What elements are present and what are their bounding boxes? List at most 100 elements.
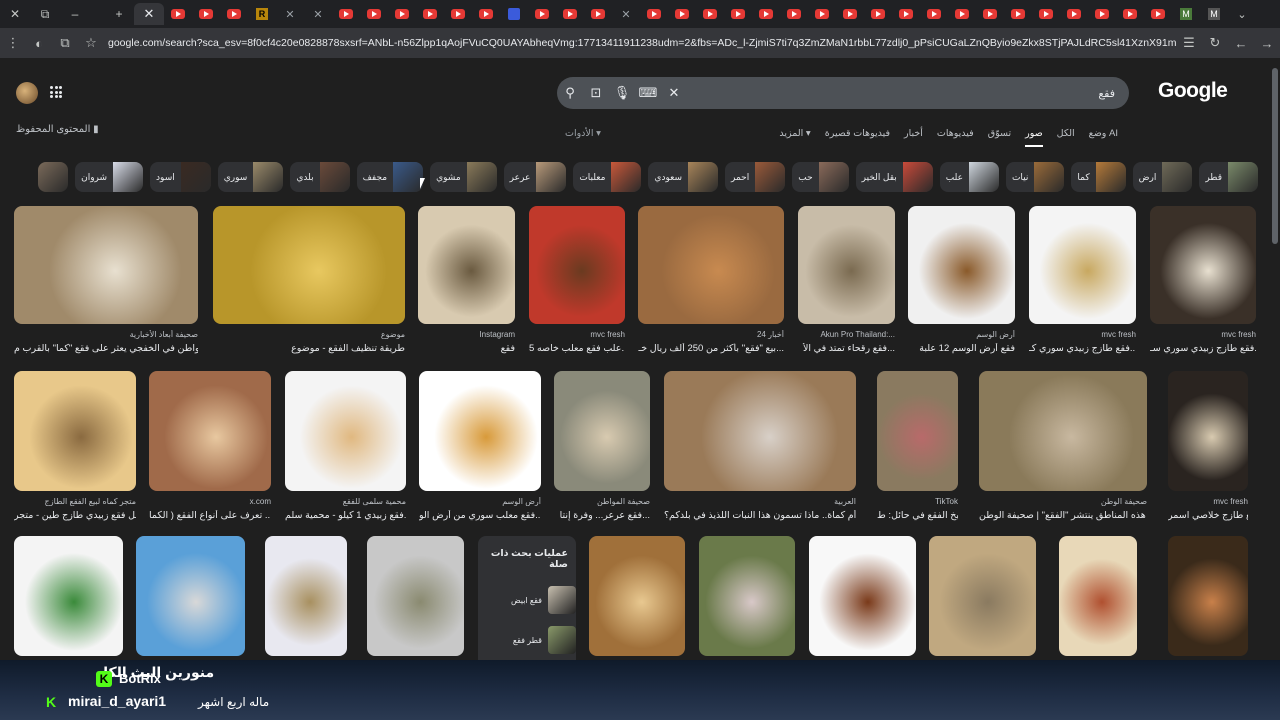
reload-icon[interactable]: ↻ <box>1202 35 1228 51</box>
browser-tab[interactable]: R <box>248 3 276 25</box>
tools-button[interactable]: الأدوات ▾ <box>565 128 601 139</box>
image-result[interactable]: Akun Pro Thailand:... فقع رقحاء تمتد في ا… <box>798 206 895 358</box>
forward-icon[interactable]: → <box>1254 36 1280 51</box>
browser-tab[interactable] <box>640 3 668 25</box>
browser-tab[interactable] <box>192 3 220 25</box>
result-image[interactable] <box>149 371 271 491</box>
result-image[interactable] <box>418 206 515 324</box>
saved-content-link[interactable]: المحتوى المحفوظ ▮ <box>16 124 99 135</box>
new-tab-icon[interactable]: + <box>104 0 134 28</box>
image-result[interactable]: العربية فقع أم كماة.. ماذا تسمون هذا النب… <box>664 371 856 525</box>
search-tab[interactable]: وضع AI <box>1089 128 1118 147</box>
result-caption[interactable]: فقع أرض الوسم 12 علبة <box>908 343 1015 354</box>
browser-tab[interactable] <box>836 3 864 25</box>
browser-tab[interactable] <box>668 3 696 25</box>
search-tab[interactable]: فيديوهات قصيرة <box>825 128 890 147</box>
result-image[interactable] <box>419 371 541 491</box>
browser-tab[interactable] <box>584 3 612 25</box>
filter-chip[interactable]: كما <box>1071 162 1126 192</box>
search-input[interactable]: فقع <box>687 87 1129 100</box>
profile-icon[interactable]: ◐ <box>26 36 52 51</box>
browser-tab[interactable] <box>388 3 416 25</box>
result-image[interactable] <box>929 536 1036 656</box>
browser-tab[interactable] <box>528 3 556 25</box>
search-tab[interactable]: تسوّق <box>988 128 1011 147</box>
result-source[interactable]: موضوع <box>213 330 405 339</box>
browser-tab[interactable] <box>808 3 836 25</box>
result-image[interactable] <box>554 371 650 491</box>
site-settings-icon[interactable]: ☰ <box>1176 35 1202 51</box>
tab-search-icon[interactable]: ⌄ <box>1228 3 1256 25</box>
filter-chip[interactable]: مشوي <box>430 162 497 192</box>
clear-icon[interactable]: ✕ <box>661 85 687 101</box>
browser-tab[interactable]: ✕ <box>304 3 332 25</box>
result-source[interactable]: mvc fresh <box>1150 330 1256 339</box>
result-image[interactable] <box>1168 371 1248 491</box>
browser-tab[interactable] <box>164 3 192 25</box>
result-image[interactable] <box>809 536 916 656</box>
browser-tab[interactable] <box>920 3 948 25</box>
image-result[interactable]: x.com تعرف على أنواع الفقع ( الكما ... <box>149 371 271 525</box>
browser-tab[interactable] <box>360 3 388 25</box>
browser-tab[interactable] <box>864 3 892 25</box>
google-logo[interactable]: Google <box>1158 79 1228 103</box>
browser-tab[interactable] <box>1116 3 1144 25</box>
close-window-icon[interactable]: ✕ <box>0 0 30 28</box>
filter-chip[interactable]: احمر <box>725 162 786 192</box>
back-icon[interactable]: ← <box>1228 36 1254 51</box>
image-result[interactable]: mvc fresh فقع طازج خلاصي اسمر... <box>1168 371 1248 525</box>
menu-icon[interactable]: ⋮ <box>0 35 26 51</box>
browser-tab[interactable] <box>472 3 500 25</box>
result-source[interactable]: TikTok <box>877 497 958 506</box>
result-source[interactable]: صحيفة أبعاد الأخبارية <box>14 330 198 339</box>
browser-tab[interactable] <box>892 3 920 25</box>
result-source[interactable]: mvc fresh <box>1168 497 1248 506</box>
filter-chip[interactable]: معلبات <box>573 162 642 192</box>
result-caption[interactable]: طريقة تنظيف الفقع - موضوع <box>213 343 405 354</box>
result-image[interactable] <box>367 536 464 656</box>
filter-chip[interactable]: شروان <box>75 162 144 192</box>
search-tab[interactable]: المزيد ▾ <box>779 128 810 147</box>
result-image[interactable] <box>136 536 245 656</box>
google-apps-icon[interactable] <box>50 86 62 98</box>
result-image[interactable] <box>14 206 198 324</box>
result-source[interactable]: x.com <box>149 497 271 506</box>
filter-chip[interactable]: اسود <box>150 162 211 192</box>
browser-tab[interactable] <box>1004 3 1032 25</box>
image-result[interactable]: أرض الوسم فقع معلب سوري من أرض الو... <box>419 371 541 525</box>
browser-tab[interactable] <box>332 3 360 25</box>
filter-chip[interactable]: بلدي <box>290 162 350 192</box>
browser-tab[interactable] <box>220 3 248 25</box>
filter-chip[interactable] <box>38 162 69 192</box>
filter-chip[interactable]: عرعر <box>503 162 567 192</box>
browser-tab[interactable] <box>1032 3 1060 25</box>
image-result[interactable]: mvc fresh فقع طازج زبيدي سوري كـ... <box>1029 206 1136 358</box>
browser-tab[interactable] <box>752 3 780 25</box>
result-image[interactable] <box>589 536 685 656</box>
browser-tab[interactable]: ✕ <box>612 3 640 25</box>
browser-tab[interactable] <box>780 3 808 25</box>
filter-chip[interactable]: علب <box>939 162 999 192</box>
scrollbar-thumb[interactable] <box>1272 68 1278 244</box>
filter-chip[interactable]: قطر <box>1199 162 1258 192</box>
result-image[interactable] <box>14 536 123 656</box>
restore-window-icon[interactable]: ⧉ <box>30 0 60 28</box>
result-image[interactable] <box>1029 206 1136 324</box>
result-caption[interactable]: 5 علب فقع معلب خاصه... <box>529 343 625 354</box>
browser-tab[interactable] <box>696 3 724 25</box>
browser-tab[interactable]: M <box>1200 3 1228 25</box>
result-caption[interactable]: بيع "فقع" بأكثر من 250 ألف ريال خـ... <box>638 343 784 354</box>
result-source[interactable]: mvc fresh <box>1029 330 1136 339</box>
result-source[interactable]: mvc fresh <box>529 330 625 339</box>
result-caption[interactable]: فقع طازج زبيدي سوري سـ... <box>1150 343 1256 354</box>
microphone-icon[interactable]: 🎙 <box>609 85 635 101</box>
browser-tab[interactable] <box>416 3 444 25</box>
filter-chip[interactable]: مجفف <box>356 162 424 192</box>
search-tab[interactable]: أخبار <box>904 128 923 147</box>
account-avatar[interactable] <box>16 82 38 104</box>
result-image[interactable] <box>908 206 1015 324</box>
result-source[interactable]: Instagram <box>418 330 515 339</box>
result-image[interactable] <box>979 371 1147 491</box>
browser-tab[interactable] <box>500 3 528 25</box>
result-image[interactable] <box>1168 536 1248 656</box>
